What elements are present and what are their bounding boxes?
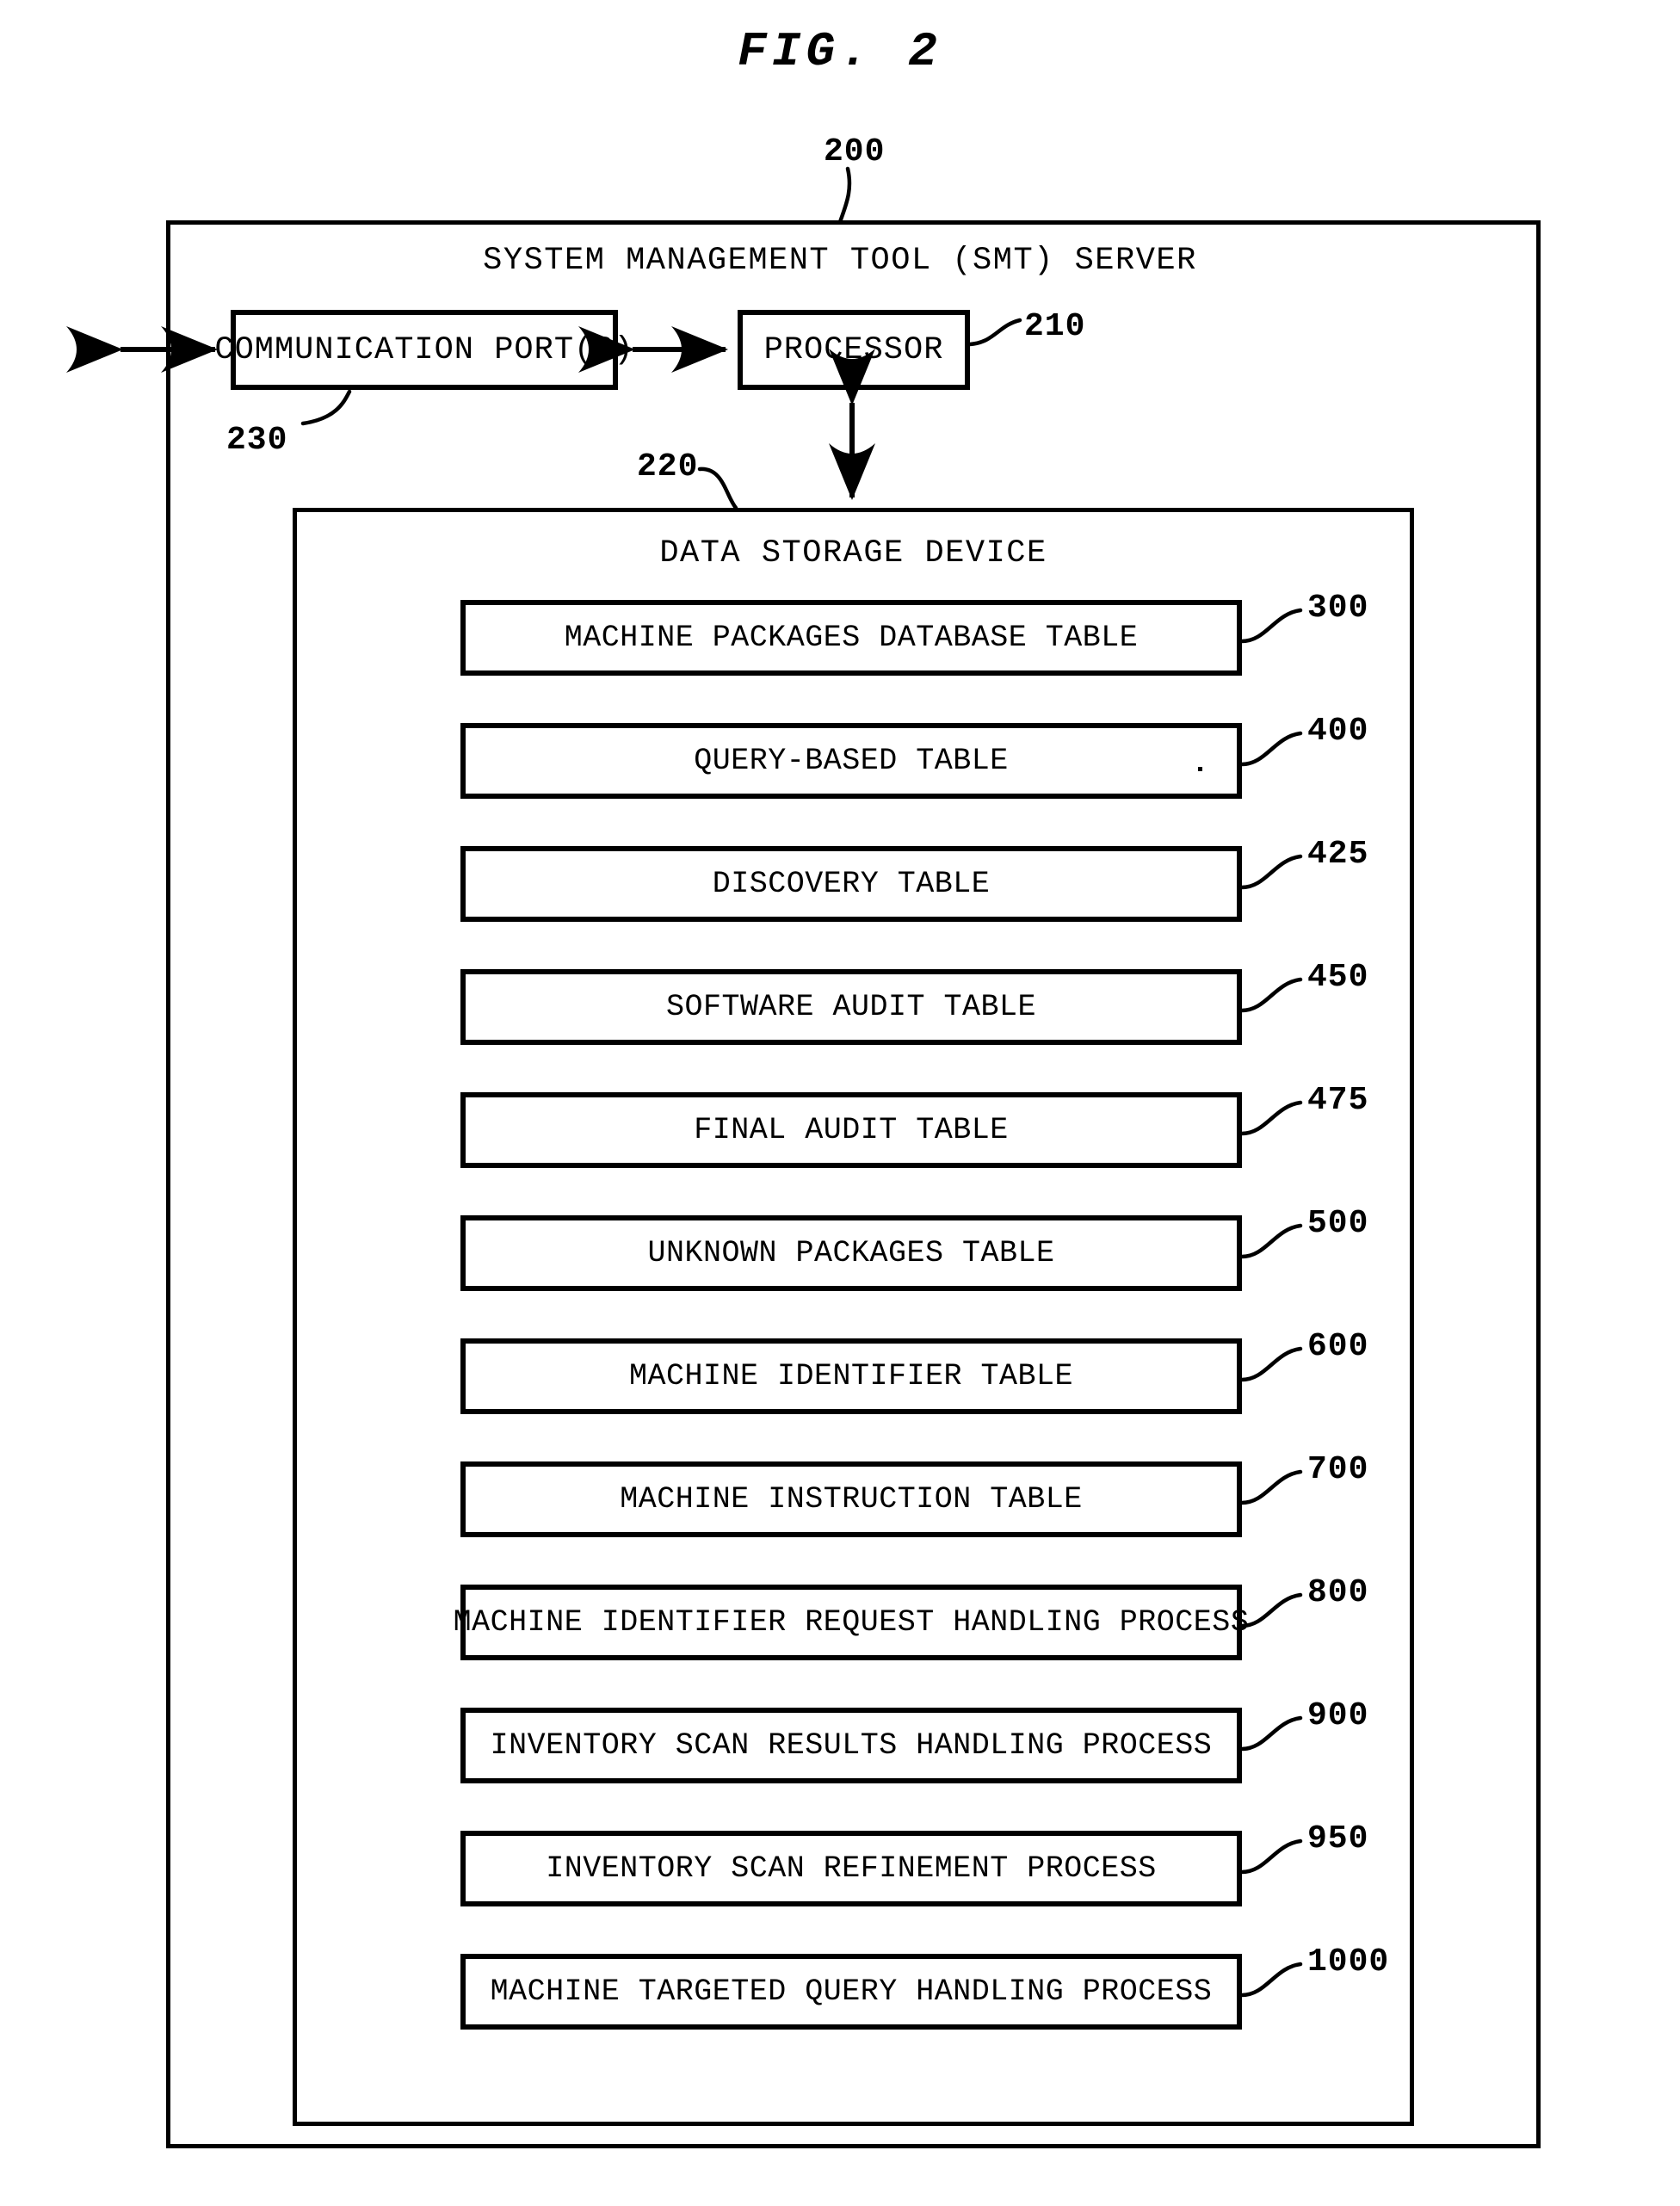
reference-numeral-425: 425 <box>1307 836 1369 873</box>
reference-numeral-230: 230 <box>226 422 288 459</box>
reference-numeral-500: 500 <box>1307 1205 1369 1242</box>
storage-item-label: INVENTORY SCAN RESULTS HANDLING PROCESS <box>490 1728 1213 1763</box>
storage-item-box: INVENTORY SCAN REFINEMENT PROCESS <box>460 1831 1242 1906</box>
storage-item-box: MACHINE IDENTIFIER REQUEST HANDLING PROC… <box>454 1585 1249 1660</box>
storage-item-box: MACHINE INSTRUCTION TABLE <box>460 1461 1242 1537</box>
storage-item-label: SOFTWARE AUDIT TABLE <box>665 990 1037 1024</box>
storage-item-label: MACHINE IDENTIFIER REQUEST HANDLING PROC… <box>453 1605 1250 1640</box>
storage-item-label: QUERY-BASED TABLE <box>694 744 1009 778</box>
reference-numeral-300: 300 <box>1307 590 1369 627</box>
reference-numeral-950: 950 <box>1307 1820 1369 1857</box>
communication-port-label: COMMUNICATION PORT(S) <box>214 331 634 368</box>
reference-numeral-400: 400 <box>1307 713 1369 750</box>
processor-label: PROCESSOR <box>763 331 944 368</box>
storage-item-label: MACHINE INSTRUCTION TABLE <box>620 1482 1083 1517</box>
communication-port-box: COMMUNICATION PORT(S) <box>214 310 633 390</box>
reference-numeral-800: 800 <box>1307 1574 1369 1611</box>
reference-numeral-700: 700 <box>1307 1451 1369 1488</box>
reference-numeral-220: 220 <box>637 448 699 485</box>
scan-artifact-dot <box>1198 767 1202 771</box>
storage-item-box: FINAL AUDIT TABLE <box>460 1092 1242 1168</box>
storage-item-box: MACHINE PACKAGES DATABASE TABLE <box>460 600 1242 676</box>
smt-server-title: SYSTEM MANAGEMENT TOOL (SMT) SERVER <box>483 243 1197 279</box>
reference-numeral-450: 450 <box>1307 959 1369 996</box>
reference-numeral-900: 900 <box>1307 1697 1369 1734</box>
storage-item-label: MACHINE IDENTIFIER TABLE <box>628 1359 1074 1393</box>
storage-item-label: UNKNOWN PACKAGES TABLE <box>647 1236 1055 1270</box>
storage-item-label: MACHINE TARGETED QUERY HANDLING PROCESS <box>490 1974 1213 2009</box>
storage-item-box: DISCOVERY TABLE <box>460 846 1242 922</box>
data-storage-item-list: MACHINE PACKAGES DATABASE TABLE QUERY-BAS… <box>454 600 1249 2077</box>
storage-item-label: FINAL AUDIT TABLE <box>694 1113 1009 1147</box>
storage-item-box: UNKNOWN PACKAGES TABLE <box>460 1215 1242 1291</box>
reference-numeral-200: 200 <box>824 133 886 170</box>
storage-item-box: SOFTWARE AUDIT TABLE <box>460 969 1242 1045</box>
storage-item-label: MACHINE PACKAGES DATABASE TABLE <box>564 621 1139 655</box>
storage-item-label: INVENTORY SCAN REFINEMENT PROCESS <box>546 1851 1157 1886</box>
data-storage-device-title: DATA STORAGE DEVICE <box>659 535 1047 572</box>
leader-line-200 <box>837 166 852 225</box>
reference-numeral-600: 600 <box>1307 1328 1369 1365</box>
storage-item-box: QUERY-BASED TABLE <box>460 723 1242 799</box>
storage-item-box: MACHINE IDENTIFIER TABLE <box>460 1338 1242 1414</box>
processor-box: PROCESSOR <box>738 310 970 390</box>
storage-item-box: INVENTORY SCAN RESULTS HANDLING PROCESS <box>460 1708 1242 1783</box>
storage-item-box: MACHINE TARGETED QUERY HANDLING PROCESS <box>460 1954 1242 2030</box>
reference-numeral-1000: 1000 <box>1307 1943 1390 1980</box>
figure-title: FIG. 2 <box>738 24 942 79</box>
reference-numeral-210: 210 <box>1024 308 1086 345</box>
reference-numeral-475: 475 <box>1307 1082 1369 1119</box>
storage-item-label: DISCOVERY TABLE <box>712 867 991 901</box>
